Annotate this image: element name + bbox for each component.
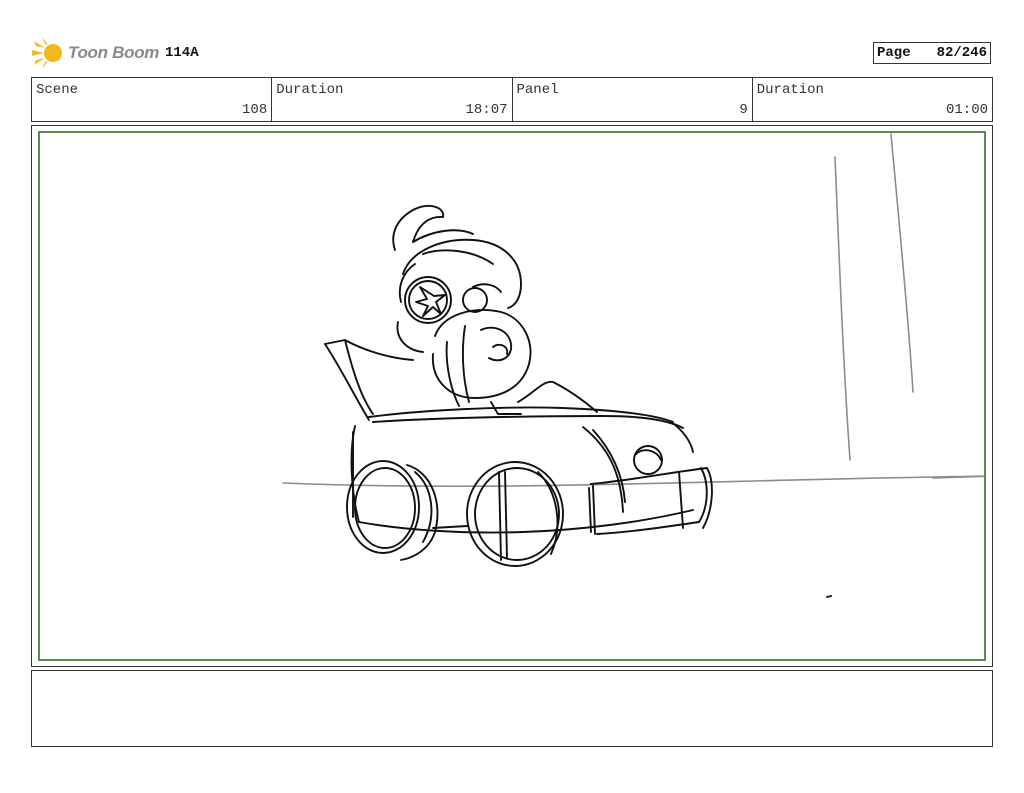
logo-text: Toon Boom (68, 43, 160, 62)
page-indicator: Page 82/246 (873, 42, 991, 64)
character-kart-sketch (324, 205, 832, 598)
sunburst-icon (32, 37, 62, 69)
scene-cell: Scene 108 (32, 78, 273, 121)
panel-image-area (38, 131, 986, 661)
toon-boom-logo: Toon Boom (32, 36, 159, 70)
page-label: Page (877, 45, 911, 61)
notes-box (31, 670, 993, 747)
scene-duration-value: 18:07 (465, 102, 508, 118)
info-row: Scene 108 Duration 18:07 Panel 9 Duratio… (31, 77, 993, 122)
scene-value: 108 (242, 102, 268, 118)
panel-frame (31, 125, 993, 667)
storyboard-sketch (282, 133, 984, 598)
scene-label: Scene (36, 82, 79, 98)
panel-duration-label: Duration (756, 82, 824, 98)
scene-duration-cell: Duration 18:07 (272, 78, 513, 121)
background-lines (282, 133, 984, 488)
scene-duration-label: Duration (276, 82, 344, 98)
page-number: 82/246 (936, 45, 987, 61)
panel-duration-cell: Duration 01:00 (753, 78, 992, 121)
project-title: 114A (165, 45, 199, 61)
panel-value: 9 (739, 102, 748, 118)
panel-label: Panel (516, 82, 559, 98)
panel-duration-value: 01:00 (945, 102, 988, 118)
panel-cell: Panel 9 (513, 78, 753, 121)
